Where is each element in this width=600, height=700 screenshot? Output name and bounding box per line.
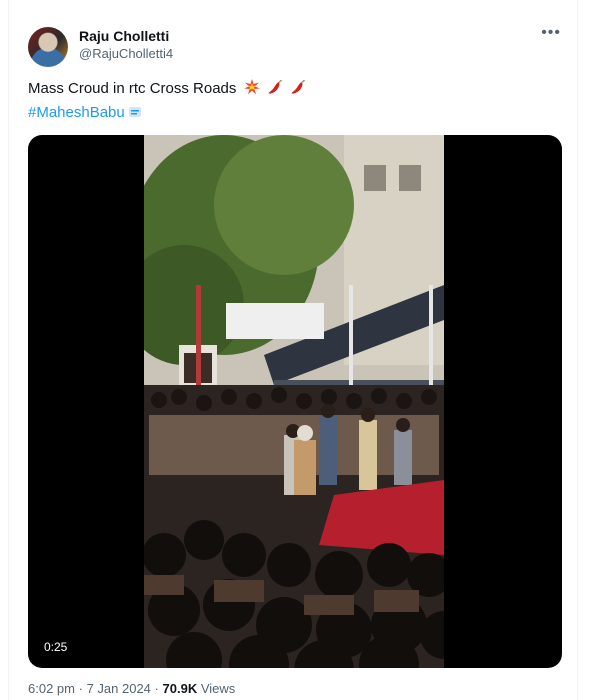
tweet-text: Mass Croud in rtc Cross Roads #MaheshBab… bbox=[28, 78, 306, 126]
tweet-time[interactable]: 6:02 pm bbox=[28, 681, 75, 696]
tweet-body: Mass Croud in rtc Cross Roads bbox=[28, 80, 237, 97]
video-duration: 0:25 bbox=[38, 638, 74, 656]
collision-icon bbox=[243, 79, 260, 102]
tweet-date[interactable]: 7 Jan 2024 bbox=[87, 681, 151, 696]
views-count: 70.9K bbox=[162, 681, 198, 696]
author-block: Raju Cholletti @RajuCholletti4 bbox=[79, 27, 173, 63]
tweet-card: Raju Cholletti @RajuCholletti4 ••• Mass … bbox=[8, 0, 578, 700]
tweet-meta: 6:02 pm · 7 Jan 2024 · 70.9K Views bbox=[28, 681, 235, 696]
meta-separator: · bbox=[78, 681, 83, 696]
hot-pepper-icon bbox=[290, 79, 306, 102]
hashtag-link[interactable]: #MaheshBabu bbox=[28, 104, 125, 121]
avatar[interactable] bbox=[28, 27, 68, 67]
views-label: Views bbox=[200, 681, 236, 696]
hot-pepper-icon bbox=[267, 79, 283, 102]
video-player[interactable]: 0:25 bbox=[28, 135, 562, 668]
video-frame bbox=[144, 135, 444, 668]
author-display-name[interactable]: Raju Cholletti bbox=[79, 27, 173, 45]
meta-separator: · bbox=[154, 681, 159, 696]
author-handle[interactable]: @RajuCholletti4 bbox=[79, 45, 173, 63]
hashflag-icon bbox=[128, 104, 142, 126]
more-options-icon[interactable]: ••• bbox=[541, 24, 561, 42]
